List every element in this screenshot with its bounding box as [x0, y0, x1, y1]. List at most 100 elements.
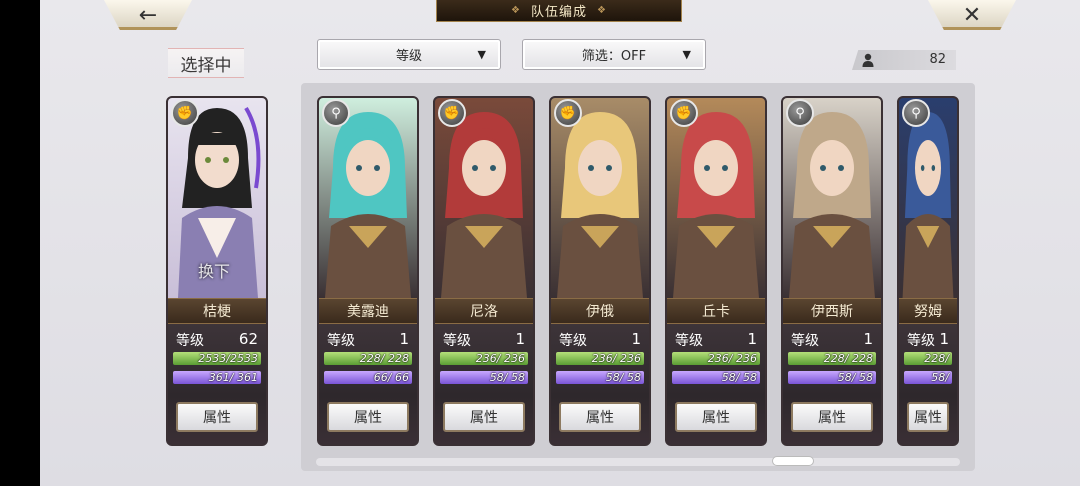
- unit-name: 丘卡: [667, 298, 765, 324]
- person-icon: [862, 53, 874, 67]
- staff-icon: ⚲: [902, 99, 930, 127]
- level-value: 1: [939, 330, 949, 348]
- gauntlet-icon: ✊: [670, 99, 698, 127]
- unit-portrait: ⚲: [319, 98, 417, 298]
- selecting-label: 选择中: [168, 48, 244, 78]
- unit-card[interactable]: ✊ 丘卡 等级 1 236/ 236 58/ 58 属性: [665, 96, 767, 446]
- mp-bar: 58/ 58: [440, 371, 528, 384]
- level-value: 1: [863, 330, 873, 348]
- attribute-button[interactable]: 属性: [791, 402, 873, 432]
- level-label: 等级: [176, 333, 204, 349]
- unit-name: 美露迪: [319, 298, 417, 324]
- level-label: 等级: [327, 333, 355, 349]
- back-button[interactable]: ←: [104, 0, 192, 30]
- unit-name: 努姆: [899, 298, 957, 324]
- level-label: 等级: [443, 333, 471, 349]
- unit-card[interactable]: ⚲ 美露迪 等级 1 228/ 228 66/ 66 属性: [317, 96, 419, 446]
- mp-bar: 361/ 361: [173, 371, 261, 384]
- unit-card[interactable]: ✊ 伊俄 等级 1 236/ 236 58/ 58 属性: [549, 96, 651, 446]
- unit-portrait: ⚲: [899, 98, 957, 298]
- chevron-down-icon: ▼: [682, 48, 691, 61]
- attribute-button[interactable]: 属性: [907, 402, 949, 432]
- filter-value: 筛选：OFF: [581, 49, 647, 64]
- level-label: 等级: [907, 333, 935, 349]
- unit-portrait: ✊ 换下: [168, 98, 266, 298]
- unit-stats: 等级 62 2533/2533 361/ 361 属性: [168, 324, 266, 444]
- attribute-button[interactable]: 属性: [443, 402, 525, 432]
- filter-dropdown[interactable]: 筛选：OFF ▼: [522, 39, 706, 70]
- mp-bar: 58/: [904, 371, 952, 384]
- unit-card[interactable]: ✊ 尼洛 等级 1 236/ 236 58/ 58 属性: [433, 96, 535, 446]
- level-row: 等级 1: [327, 330, 409, 349]
- unit-portrait: ✊: [551, 98, 649, 298]
- gauntlet-icon: ✊: [171, 99, 199, 127]
- scroll-track[interactable]: [316, 458, 960, 466]
- team-formation-screen: ← 队伍编成 ✕ 选择中 等级 ▼ 筛选：OFF ▼ 82: [40, 0, 1080, 486]
- level-label: 等级: [559, 333, 587, 349]
- hp-bar: 228/ 228: [788, 352, 876, 365]
- unit-name: 伊俄: [551, 298, 649, 324]
- level-label: 等级: [675, 333, 703, 349]
- unit-name: 伊西斯: [783, 298, 881, 324]
- unit-stats: 等级 1 228/ 228 66/ 66 属性: [319, 324, 417, 444]
- level-value: 1: [631, 330, 641, 348]
- unit-portrait: ✊: [435, 98, 533, 298]
- unit-stats: 等级 1 228/ 228 58/ 58 属性: [783, 324, 881, 444]
- unit-portrait: ⚲: [783, 98, 881, 298]
- level-row: 等级 1: [559, 330, 641, 349]
- hp-bar: 228/ 228: [324, 352, 412, 365]
- chevron-down-icon: ▼: [477, 48, 486, 61]
- level-row: 等级 1: [443, 330, 525, 349]
- page-title: 队伍编成: [436, 0, 682, 22]
- attribute-button[interactable]: 属性: [675, 402, 757, 432]
- unit-stats: 等级 1 236/ 236 58/ 58 属性: [667, 324, 765, 444]
- level-value: 1: [747, 330, 757, 348]
- level-value: 1: [399, 330, 409, 348]
- unit-stats: 等级 1 228/ 58/ 属性: [899, 324, 957, 444]
- back-arrow-icon: ←: [138, 2, 158, 28]
- unit-portrait: ✊: [667, 98, 765, 298]
- mp-bar: 66/ 66: [324, 371, 412, 384]
- sort-dropdown[interactable]: 等级 ▼: [317, 39, 501, 70]
- attribute-button[interactable]: 属性: [559, 402, 641, 432]
- character-art: [325, 112, 411, 298]
- character-art: [557, 112, 643, 298]
- mp-bar: 58/ 58: [788, 371, 876, 384]
- selected-unit-card[interactable]: ✊ 换下 桔梗 等级 62 2533/2533 361/ 361 属性: [166, 96, 268, 446]
- close-button[interactable]: ✕: [928, 0, 1016, 30]
- staff-icon: ⚲: [786, 99, 814, 127]
- page-title-text: 队伍编成: [530, 5, 587, 20]
- character-art: [789, 112, 875, 298]
- character-art: [902, 112, 954, 298]
- hp-bar: 236/ 236: [556, 352, 644, 365]
- staff-icon: ⚲: [322, 99, 350, 127]
- close-icon: ✕: [962, 2, 982, 28]
- unit-stats: 等级 1 236/ 236 58/ 58 属性: [435, 324, 533, 444]
- unit-stats: 等级 1 236/ 236 58/ 58 属性: [551, 324, 649, 444]
- swap-out-text: 换下: [198, 262, 231, 281]
- level-row: 等级 1: [907, 330, 949, 349]
- attribute-button[interactable]: 属性: [176, 402, 258, 432]
- unit-name: 桔梗: [168, 298, 266, 324]
- level-row: 等级 1: [791, 330, 873, 349]
- mp-bar: 58/ 58: [556, 371, 644, 384]
- gauntlet-icon: ✊: [438, 99, 466, 127]
- gauntlet-icon: ✊: [554, 99, 582, 127]
- level-value: 1: [515, 330, 525, 348]
- unit-card[interactable]: ⚲ 伊西斯 等级 1 228/ 228 58/ 58 属性: [781, 96, 883, 446]
- mp-bar: 58/ 58: [672, 371, 760, 384]
- unit-count-box: 82: [852, 50, 956, 70]
- unit-count: 82: [929, 52, 946, 67]
- character-art: [441, 112, 527, 298]
- hp-bar: 2533/2533: [173, 352, 261, 365]
- character-art: [673, 112, 759, 298]
- hp-bar: 228/: [904, 352, 952, 365]
- unit-name: 尼洛: [435, 298, 533, 324]
- sort-value: 等级: [395, 49, 422, 64]
- level-row: 等级 62: [176, 330, 258, 349]
- scroll-thumb[interactable]: [772, 456, 814, 466]
- unit-card[interactable]: ⚲ 努姆 等级 1 228/ 58/ 属性: [897, 96, 959, 446]
- level-row: 等级 1: [675, 330, 757, 349]
- attribute-button[interactable]: 属性: [327, 402, 409, 432]
- level-value: 62: [238, 330, 258, 348]
